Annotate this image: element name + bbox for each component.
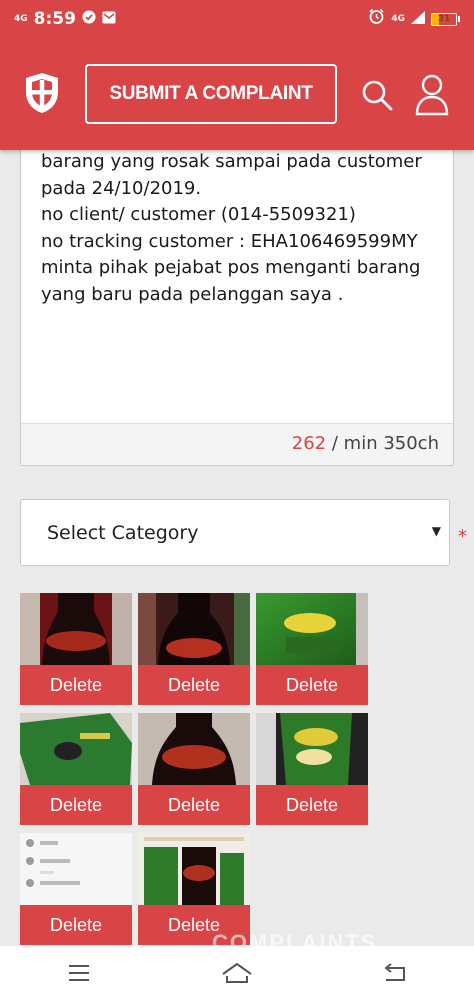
category-select-value: Select Category: [47, 521, 199, 544]
photo-image: [138, 713, 250, 785]
photo-image: [138, 833, 250, 905]
attachment-thumbnail: Delete: [138, 713, 250, 825]
photo-image: [256, 593, 368, 665]
category-select[interactable]: Select Category ▼: [20, 499, 450, 566]
attachment-thumbnail: Delete: [20, 713, 132, 825]
mail-icon: [102, 9, 116, 29]
attachment-thumbnail: Delete: [256, 593, 368, 705]
photo-image: [20, 593, 132, 665]
character-minimum: / min 350ch: [331, 433, 439, 454]
delete-button[interactable]: Delete: [256, 665, 368, 705]
photo-image: [256, 713, 368, 785]
status-bar: 4G 8:59 4G 31: [0, 0, 474, 38]
attachment-thumbnail: Delete: [20, 833, 132, 945]
photo-image: [20, 833, 132, 905]
delete-button[interactable]: Delete: [256, 785, 368, 825]
menu-icon[interactable]: [59, 958, 99, 988]
attachment-thumbnail: Delete: [20, 593, 132, 705]
delete-button[interactable]: Delete: [20, 665, 132, 705]
character-counter: 262 / min 350ch: [21, 423, 453, 465]
attachment-thumbnail: Delete: [138, 833, 250, 945]
delete-button[interactable]: Delete: [20, 905, 132, 945]
user-profile-icon[interactable]: [414, 72, 450, 116]
shield-logo-icon[interactable]: [24, 71, 60, 115]
dropdown-arrow-icon: ▼: [431, 524, 441, 538]
check-icon: [82, 9, 96, 29]
system-nav-bar: [0, 946, 474, 1000]
complaint-textarea[interactable]: barang yang rosak sampai pada customer p…: [20, 118, 454, 466]
alarm-icon: [368, 8, 385, 30]
network-indicator-right: 4G: [391, 13, 405, 24]
delete-button[interactable]: Delete: [20, 785, 132, 825]
submit-complaint-button[interactable]: SUBMIT A COMPLAINT: [85, 64, 337, 124]
required-marker: *: [458, 526, 467, 547]
battery-level: 31: [437, 13, 451, 24]
app-header: SUBMIT A COMPLAINT: [0, 38, 474, 150]
attachment-thumbnail: Delete: [256, 713, 368, 825]
network-indicator: 4G: [14, 13, 28, 24]
character-count: 262: [291, 433, 327, 454]
signal-icon: [411, 9, 425, 29]
photo-image: [20, 713, 132, 785]
back-icon[interactable]: [375, 958, 415, 988]
attachment-thumbnail: Delete: [138, 593, 250, 705]
photo-image: [138, 593, 250, 665]
delete-button[interactable]: Delete: [138, 785, 250, 825]
clock: 8:59: [33, 9, 76, 29]
home-icon[interactable]: [217, 958, 257, 988]
search-icon[interactable]: [360, 78, 394, 112]
delete-button[interactable]: Delete: [138, 665, 250, 705]
battery-icon: 31: [431, 12, 460, 26]
